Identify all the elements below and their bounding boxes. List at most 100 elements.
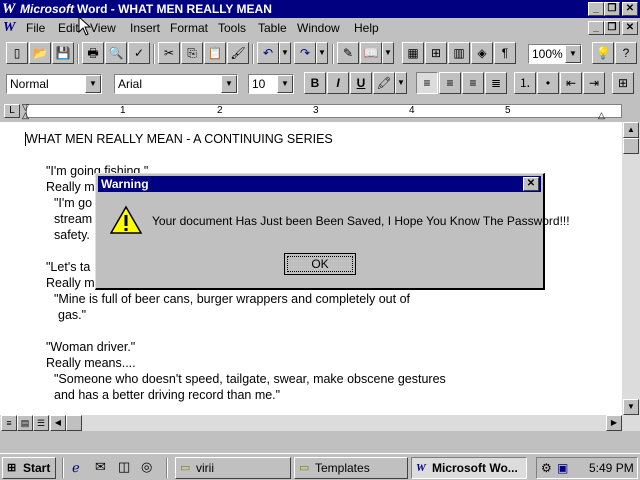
spelling-icon[interactable]: ✓ (128, 42, 150, 64)
scroll-right-icon[interactable]: ▶ (606, 415, 622, 431)
menu-view[interactable]: View (90, 21, 116, 35)
tab-selector-icon[interactable]: L (4, 104, 20, 118)
title-bar[interactable]: W Microsoft Word - WHAT MEN REALLY MEAN … (0, 0, 640, 18)
start-button[interactable]: ⊞ Start (2, 457, 56, 479)
menu-help[interactable]: Help (354, 21, 379, 35)
vertical-scrollbar[interactable]: ▲ ▼ (622, 122, 640, 415)
start-label: Start (23, 461, 51, 475)
font-select[interactable]: Arial ▼ (114, 74, 238, 94)
restore-icon[interactable]: ❐ (604, 2, 620, 16)
format-painter-icon[interactable]: 🖌 (227, 42, 249, 64)
insert-table-icon[interactable]: ▦ (402, 42, 424, 64)
channels-icon[interactable]: ◎ (141, 459, 152, 475)
minimize-icon[interactable]: _ (588, 2, 604, 16)
scroll-down-icon[interactable]: ▼ (623, 399, 639, 415)
word-app-icon[interactable]: W (2, 1, 18, 17)
word-icon: W (416, 462, 426, 474)
align-center-icon[interactable]: ≡ (439, 72, 461, 94)
ruler-number: 2 (217, 105, 223, 116)
address-dropdown-icon[interactable]: ▼ (382, 42, 394, 64)
redo-dropdown-icon[interactable]: ▼ (316, 42, 328, 64)
menu-edit[interactable]: Edit (58, 21, 79, 35)
ok-button[interactable]: OK (284, 253, 356, 275)
menu-format[interactable]: Format (170, 21, 208, 35)
bulleted-list-icon[interactable]: • (537, 72, 559, 94)
highlight-icon[interactable]: 🖍 (373, 72, 395, 94)
menu-window[interactable]: Window (297, 21, 340, 35)
scroll-up-icon[interactable]: ▲ (623, 122, 639, 138)
menu-insert[interactable]: Insert (130, 21, 160, 35)
right-indent-icon[interactable]: △ (598, 111, 605, 120)
justify-icon[interactable]: ≣ (485, 72, 507, 94)
mouse-pointer-icon (78, 16, 92, 36)
redo-icon[interactable]: ↷ (294, 42, 316, 64)
normal-view-icon[interactable]: ≡ (1, 415, 17, 431)
task-virii[interactable]: ▭ virii (175, 457, 291, 479)
document-icon[interactable]: W (3, 20, 19, 36)
scroll-thumb[interactable] (623, 138, 639, 154)
save-icon[interactable]: 💾 (52, 42, 74, 64)
align-right-icon[interactable]: ≡ (462, 72, 484, 94)
underline-icon[interactable]: U (350, 72, 372, 94)
chevron-down-icon[interactable]: ▼ (565, 45, 581, 63)
insert-excel-icon[interactable]: ⊞ (425, 42, 447, 64)
menu-table[interactable]: Table (258, 21, 287, 35)
zoom-select[interactable]: 100% ▼ (528, 44, 582, 64)
task-templates[interactable]: ▭ Templates (294, 457, 408, 479)
font-value: Arial (118, 77, 143, 91)
horizontal-scroll-thumb[interactable] (66, 415, 82, 431)
undo-icon[interactable]: ↶ (257, 42, 279, 64)
highlight-dropdown-icon[interactable]: ▼ (395, 72, 407, 94)
chevron-down-icon[interactable]: ▼ (277, 75, 293, 93)
menu-tools[interactable]: Tools (218, 21, 246, 35)
autotext-icon[interactable]: ✎ (337, 42, 359, 64)
dialog-close-icon[interactable]: ✕ (523, 177, 539, 191)
page-layout-view-icon[interactable]: ▤ (17, 415, 33, 431)
doc-close-icon[interactable]: ✕ (622, 21, 638, 35)
doc-restore-icon[interactable]: ❐ (604, 21, 620, 35)
bold-icon[interactable]: B (304, 72, 326, 94)
menu-file[interactable]: File (26, 21, 45, 35)
internet-explorer-icon[interactable]: ℯ (72, 460, 80, 476)
new-document-icon[interactable]: ▯ (6, 42, 28, 64)
task-word[interactable]: W Microsoft Wo... (411, 457, 527, 479)
tip-wizard-icon[interactable]: 💡 (592, 42, 614, 64)
horizontal-scrollbar[interactable]: ≡ ▤ ☰ ◀ ▶ (0, 415, 640, 431)
align-left-icon[interactable]: ≡ (416, 72, 438, 94)
doc-minimize-icon[interactable]: _ (588, 21, 604, 35)
cut-icon[interactable]: ✂ (158, 42, 180, 64)
tray-network-icon[interactable]: ▣ (557, 461, 568, 475)
close-icon[interactable]: ✕ (622, 2, 638, 16)
italic-icon[interactable]: I (327, 72, 349, 94)
paste-icon[interactable]: 📋 (204, 42, 226, 64)
show-hide-icon[interactable]: ¶ (494, 42, 516, 64)
font-size-select[interactable]: 10 ▼ (248, 74, 294, 94)
ruler-strip[interactable] (26, 104, 622, 118)
increase-indent-icon[interactable]: ⇥ (583, 72, 605, 94)
chevron-down-icon[interactable]: ▼ (85, 75, 101, 93)
tray-icon[interactable]: ⚙ (541, 461, 552, 475)
toolbar-separator (332, 44, 334, 64)
numbered-list-icon[interactable]: ⒈ (514, 72, 536, 94)
help-pointer-icon[interactable]: ? (615, 42, 637, 64)
desktop-icon[interactable]: ◫ (118, 459, 130, 475)
toolbar-separator (252, 44, 254, 64)
copy-icon[interactable]: ⎘ (181, 42, 203, 64)
outline-view-icon[interactable]: ☰ (33, 415, 49, 431)
drawing-icon[interactable]: ◈ (471, 42, 493, 64)
style-select[interactable]: Normal ▼ (6, 74, 102, 94)
scroll-left-icon[interactable]: ◀ (50, 415, 66, 431)
chevron-down-icon[interactable]: ▼ (221, 75, 237, 93)
document-line: gas." (58, 308, 87, 322)
print-preview-icon[interactable]: 🔍 (105, 42, 127, 64)
open-folder-icon[interactable]: 📂 (29, 42, 51, 64)
outlook-icon[interactable]: ✉ (95, 459, 106, 475)
borders-icon[interactable]: ⊞ (612, 72, 634, 94)
address-book-icon[interactable]: 📖 (360, 42, 382, 64)
columns-icon[interactable]: ▥ (448, 42, 470, 64)
undo-dropdown-icon[interactable]: ▼ (279, 42, 291, 64)
clock[interactable]: 5:49 PM (589, 461, 634, 475)
decrease-indent-icon[interactable]: ⇤ (560, 72, 582, 94)
print-icon[interactable]: 🖶 (82, 42, 104, 64)
left-indent-icon[interactable]: △ (22, 111, 29, 120)
